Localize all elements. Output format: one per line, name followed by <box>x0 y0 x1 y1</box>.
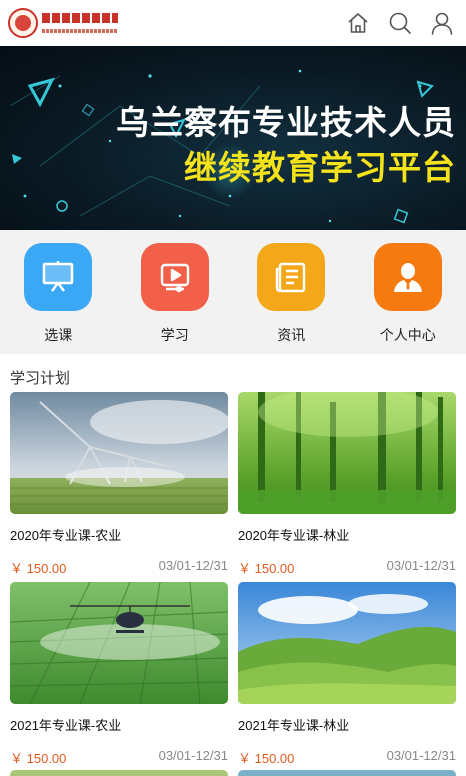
course-card[interactable]: 2021年专业课-林业 ￥ 150.00 03/01-12/31 <box>238 582 456 767</box>
search-icon[interactable] <box>386 9 414 37</box>
logo-wordmark <box>42 8 118 38</box>
course-price: ￥ 150.00 <box>10 561 67 576</box>
nav-item-study[interactable]: 学习 <box>117 230 234 354</box>
nav-label: 资讯 <box>277 327 306 343</box>
study-plan-section: 学习计划 2020年专业课-农业 ￥ 150.00 03/01-12/31 20… <box>0 354 466 776</box>
news-document-icon <box>257 243 326 311</box>
course-date-range: 03/01-12/31 <box>386 558 456 573</box>
course-price: ￥ 150.00 <box>238 751 295 766</box>
section-title: 学习计划 <box>10 370 71 387</box>
course-name: 2020年专业课-农业 <box>10 528 122 543</box>
main-nav-grid: 选课 学习 资讯 个人中心 <box>0 230 466 354</box>
course-image-irrigation-field <box>10 392 228 514</box>
hero-banner[interactable]: 乌兰察布专业技术人员 继续教育学习平台 <box>0 46 466 230</box>
nav-item-news[interactable]: 资讯 <box>233 230 350 354</box>
logo-seal-icon <box>8 8 38 38</box>
presentation-board-icon <box>24 243 93 311</box>
course-price: ￥ 150.00 <box>238 561 295 576</box>
course-date-range: 03/01-12/31 <box>386 748 456 763</box>
nav-label: 选课 <box>44 327 73 343</box>
home-icon[interactable] <box>344 9 372 37</box>
course-image-green-hills <box>238 582 456 704</box>
course-date-range: 03/01-12/31 <box>158 748 228 763</box>
course-name: 2020年专业课-林业 <box>238 528 350 543</box>
course-card-partial[interactable] <box>10 770 228 776</box>
video-play-icon <box>140 243 209 311</box>
top-header <box>0 0 466 46</box>
course-name: 2021年专业课-林业 <box>238 718 350 733</box>
header-icons <box>344 9 456 37</box>
course-name: 2021年专业课-农业 <box>10 718 122 733</box>
course-image-green-forest <box>238 392 456 514</box>
course-meta: ￥ 150.00 03/01-12/31 <box>10 558 228 577</box>
course-price: ￥ 150.00 <box>10 751 67 766</box>
nav-item-personal-center[interactable]: 个人中心 <box>350 230 466 354</box>
course-card-partial[interactable] <box>238 770 456 776</box>
user-icon[interactable] <box>428 9 456 37</box>
nav-label: 学习 <box>160 327 189 343</box>
banner-title-line1: 乌兰察布专业技术人员 <box>116 104 456 141</box>
course-card[interactable]: 2020年专业课-林业 ￥ 150.00 03/01-12/31 <box>238 392 456 577</box>
nav-item-course-selection[interactable]: 选课 <box>0 230 117 354</box>
course-meta: ￥ 150.00 03/01-12/31 <box>10 748 228 767</box>
course-date-range: 03/01-12/31 <box>158 558 228 573</box>
banner-title-line2: 继续教育学习平台 <box>184 149 456 186</box>
nav-label: 个人中心 <box>379 327 436 343</box>
course-meta: ￥ 150.00 03/01-12/31 <box>238 748 456 767</box>
course-card[interactable]: 2021年专业课-农业 ￥ 150.00 03/01-12/31 <box>10 582 228 767</box>
course-image-crop-spraying-helicopter <box>10 582 228 704</box>
course-card[interactable]: 2020年专业课-农业 ￥ 150.00 03/01-12/31 <box>10 392 228 577</box>
person-icon <box>373 243 442 311</box>
course-meta: ￥ 150.00 03/01-12/31 <box>238 558 456 577</box>
site-logo[interactable] <box>8 6 120 40</box>
